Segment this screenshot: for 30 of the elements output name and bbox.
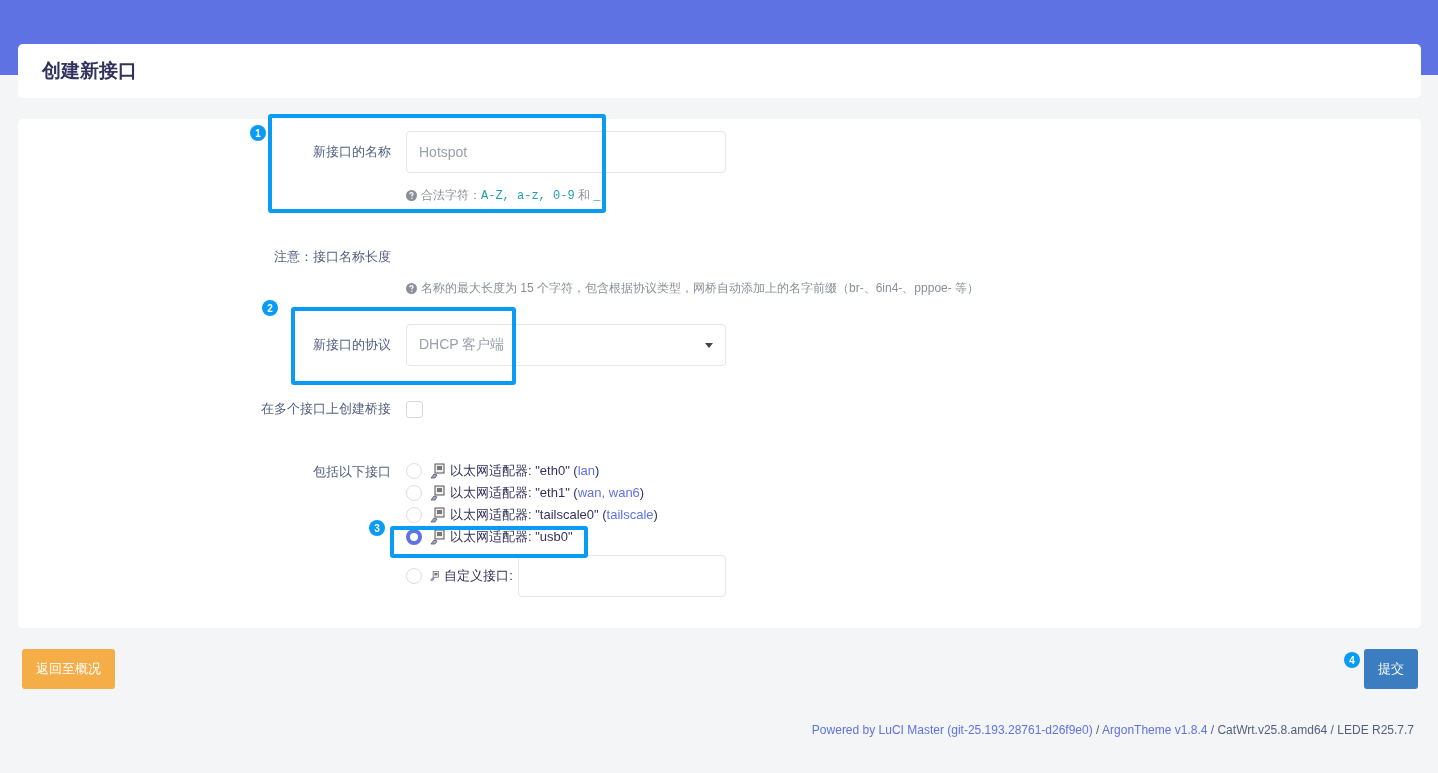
footer-link[interactable]: ArgonTheme v1.8.4 xyxy=(1102,723,1208,737)
interface-label: 以太网适配器: "usb0" xyxy=(450,528,573,546)
custom-interface-input[interactable] xyxy=(517,555,726,597)
protocol-select[interactable]: DHCP 客户端 xyxy=(406,324,726,366)
hint-text: 名称的最大长度为 15 个字符，包含根据协议类型，网桥自动添加上的名字前缀（br-、6in4-、pppoe- 等） xyxy=(421,280,980,297)
field-label: 注意：接口名称长度 xyxy=(273,248,391,266)
computer-icon xyxy=(430,485,445,501)
help-icon xyxy=(406,283,417,294)
interface-label: 自定义接口: xyxy=(444,567,513,585)
footer-text: Powered by LuCI Master (git-25.193.28761-d26f9e0) / ArgonTheme v1.8.4 / CatWrt.v25.8.amd64 / LEDE R25.7.7 xyxy=(810,723,1415,737)
computer-icon xyxy=(430,507,445,523)
interface-label: 以太网适配器: "tailscale0" (tailscale) xyxy=(450,506,658,524)
bridge-checkbox[interactable] xyxy=(406,400,423,418)
field-label: 在多个接口上创建桥接 xyxy=(260,400,391,418)
computer-icon xyxy=(430,568,440,584)
submit-button[interactable]: 提交 xyxy=(1364,649,1418,689)
interface-label: 以太网适配器: "eth0" (lan) xyxy=(450,462,600,480)
footer-link[interactable]: Powered by LuCI Master (git-25.193.28761-d26f9e0) xyxy=(811,723,1093,737)
field-label: 新接口的协议 xyxy=(312,336,391,354)
hint-text: 合法字符：A-Z, a-z, 0-9 和 _ xyxy=(421,187,601,204)
help-icon xyxy=(406,190,417,201)
interface-label: 以太网适配器: "eth1" (wan, wan6) xyxy=(450,484,645,502)
computer-icon xyxy=(430,463,445,479)
computer-icon xyxy=(430,529,445,545)
caret-icon xyxy=(705,343,713,348)
name-input[interactable]: Hotspot xyxy=(406,131,726,173)
field-label: 新接口的名称 xyxy=(312,143,391,161)
field-label: 包括以下接口 xyxy=(312,463,391,481)
step-badge: 4 xyxy=(1344,652,1360,668)
page-title: 创建新接口 xyxy=(42,59,137,83)
